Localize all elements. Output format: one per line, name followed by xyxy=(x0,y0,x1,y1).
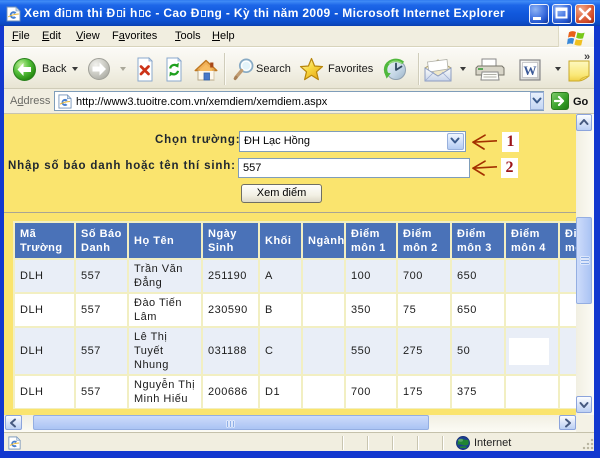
svg-text:W: W xyxy=(524,63,537,78)
